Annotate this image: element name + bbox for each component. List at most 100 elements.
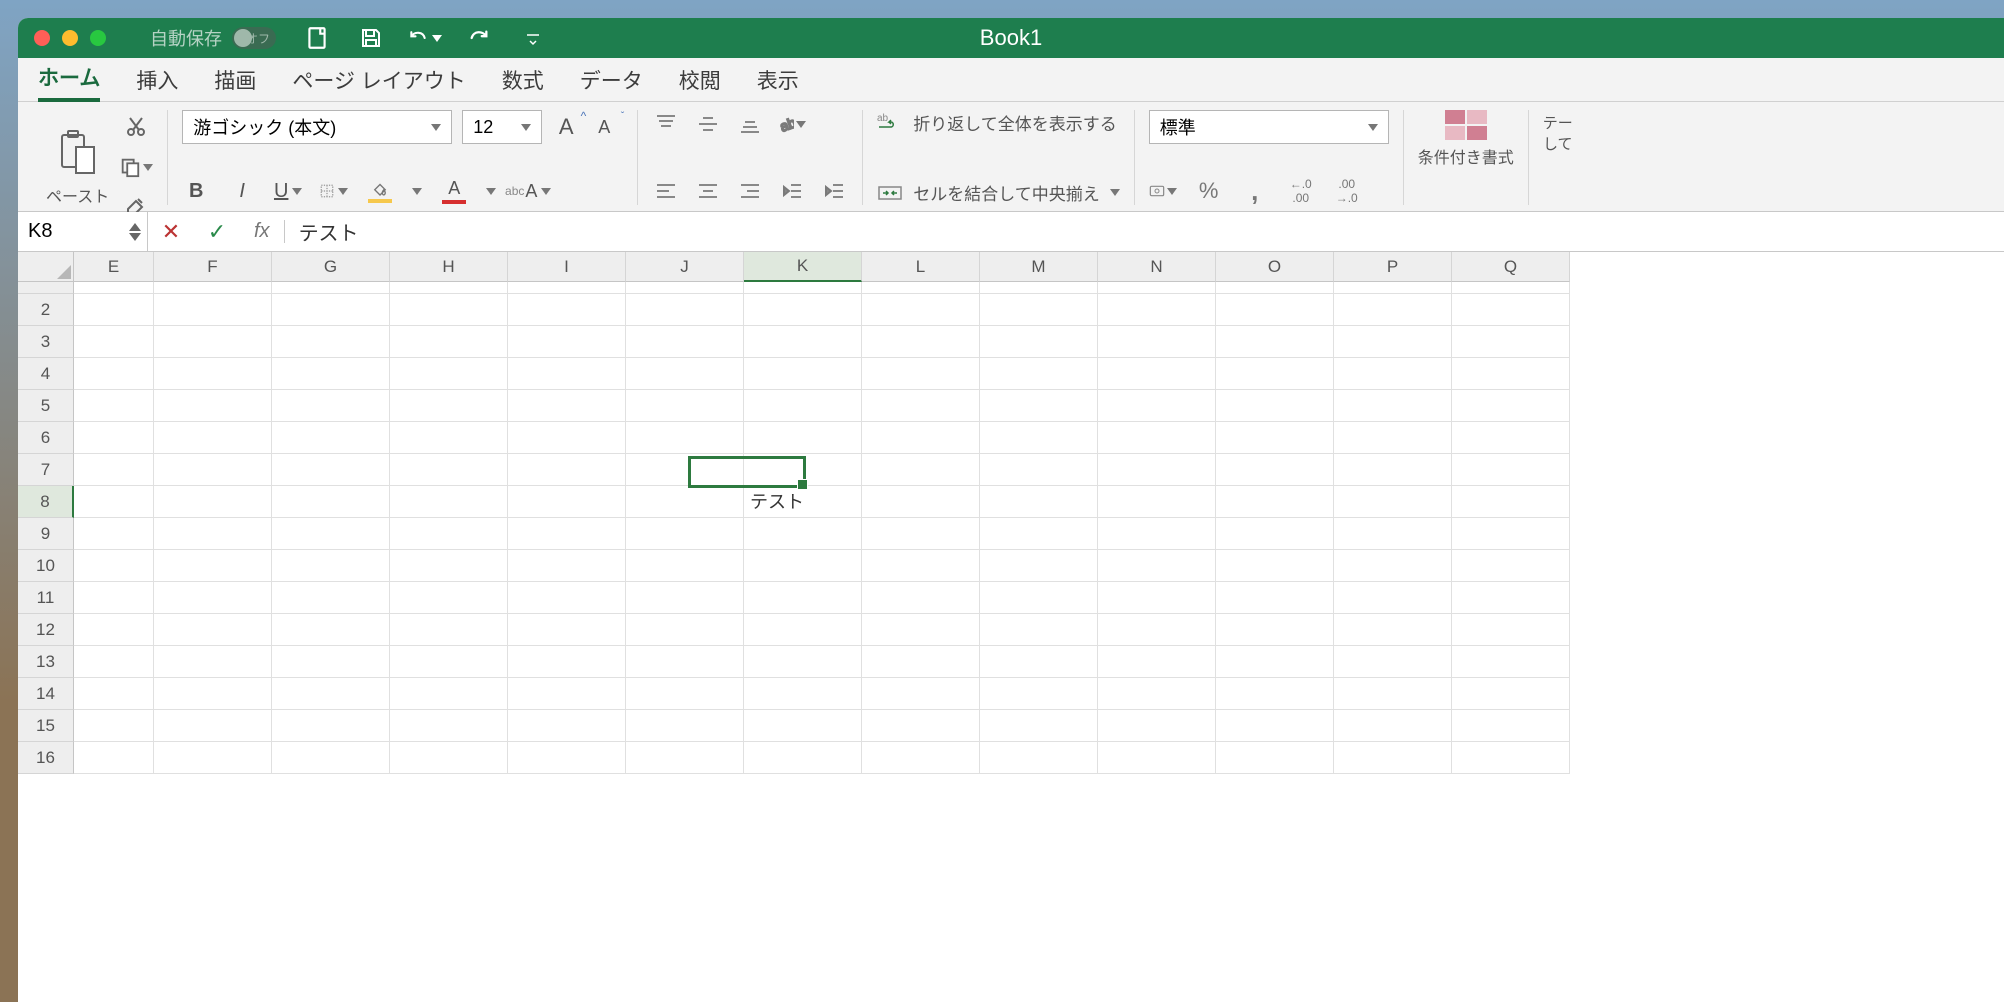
comma-icon[interactable]: , (1241, 177, 1269, 205)
cell[interactable] (1334, 742, 1452, 774)
cell[interactable] (1098, 486, 1216, 518)
cell[interactable] (1452, 678, 1570, 710)
col-header-N[interactable]: N (1098, 252, 1216, 282)
cell[interactable] (862, 518, 980, 550)
cell[interactable] (272, 550, 390, 582)
cell[interactable] (862, 294, 980, 326)
cell[interactable] (1216, 326, 1334, 358)
cell[interactable] (272, 646, 390, 678)
cell[interactable] (272, 582, 390, 614)
cell[interactable] (154, 486, 272, 518)
col-header-G[interactable]: G (272, 252, 390, 282)
cell[interactable] (744, 282, 862, 294)
cell[interactable] (508, 582, 626, 614)
cell[interactable] (626, 614, 744, 646)
cell[interactable] (980, 282, 1098, 294)
cell[interactable] (508, 646, 626, 678)
font-color-dropdown[interactable] (486, 188, 496, 195)
cell[interactable] (1452, 710, 1570, 742)
cell[interactable] (1216, 742, 1334, 774)
cell[interactable] (74, 646, 154, 678)
cell[interactable] (508, 742, 626, 774)
cell[interactable] (154, 422, 272, 454)
format-as-table-button[interactable]: テーして (1543, 110, 1573, 154)
cell[interactable] (272, 326, 390, 358)
cell[interactable] (74, 454, 154, 486)
cell[interactable] (390, 518, 508, 550)
cell[interactable] (508, 486, 626, 518)
row-header-13[interactable]: 13 (18, 646, 74, 678)
cell[interactable] (1098, 518, 1216, 550)
cell[interactable] (74, 614, 154, 646)
cell[interactable] (390, 614, 508, 646)
cut-icon[interactable] (119, 110, 153, 144)
cell[interactable] (272, 710, 390, 742)
cell[interactable] (1452, 582, 1570, 614)
cell[interactable] (1216, 678, 1334, 710)
cell[interactable] (744, 422, 862, 454)
cell[interactable] (74, 518, 154, 550)
cell[interactable] (980, 358, 1098, 390)
row-header-12[interactable]: 12 (18, 614, 74, 646)
tab-review[interactable]: 校閲 (679, 61, 721, 99)
increase-decimal-icon[interactable]: ←.0.00 (1287, 177, 1315, 205)
paste-button[interactable]: ペースト (46, 127, 109, 207)
cell[interactable] (980, 646, 1098, 678)
cell[interactable] (74, 678, 154, 710)
cell[interactable] (1216, 282, 1334, 294)
cell[interactable] (626, 358, 744, 390)
cell[interactable] (1334, 710, 1452, 742)
cell[interactable] (1452, 326, 1570, 358)
row-header-8[interactable]: 8 (18, 486, 74, 518)
cell[interactable] (1452, 454, 1570, 486)
cell[interactable] (272, 454, 390, 486)
tab-draw[interactable]: 描画 (214, 61, 256, 99)
tab-home[interactable]: ホーム (38, 58, 100, 102)
cell[interactable] (390, 550, 508, 582)
tab-formulas[interactable]: 数式 (502, 61, 544, 99)
cell[interactable] (390, 678, 508, 710)
cell[interactable] (154, 518, 272, 550)
cell[interactable] (390, 646, 508, 678)
cell[interactable] (1098, 678, 1216, 710)
cell[interactable] (508, 614, 626, 646)
cell[interactable] (508, 454, 626, 486)
cell[interactable] (390, 326, 508, 358)
cell[interactable] (744, 358, 862, 390)
number-format-select[interactable]: 標準 (1149, 110, 1389, 144)
orientation-icon[interactable]: ab (778, 110, 806, 138)
cell[interactable] (74, 550, 154, 582)
row-header-6[interactable]: 6 (18, 422, 74, 454)
cell[interactable] (390, 358, 508, 390)
cell[interactable] (744, 582, 862, 614)
cell[interactable] (626, 486, 744, 518)
cell[interactable] (508, 710, 626, 742)
cell[interactable] (1334, 454, 1452, 486)
cell[interactable] (154, 742, 272, 774)
cell[interactable] (508, 678, 626, 710)
cell[interactable] (1216, 454, 1334, 486)
font-color-button[interactable]: A (440, 177, 468, 205)
cell[interactable] (508, 358, 626, 390)
cancel-edit-button[interactable]: ✕ (148, 219, 194, 245)
save-icon[interactable] (354, 21, 388, 55)
cell[interactable] (1334, 326, 1452, 358)
cell[interactable] (508, 282, 626, 294)
cell[interactable] (862, 550, 980, 582)
col-header-I[interactable]: I (508, 252, 626, 282)
cell[interactable] (390, 294, 508, 326)
formula-input[interactable]: テスト (285, 217, 2004, 246)
cells-area[interactable]: テスト (74, 282, 2004, 1002)
cell[interactable] (154, 582, 272, 614)
cell[interactable] (744, 326, 862, 358)
align-middle-icon[interactable] (694, 110, 722, 138)
cell[interactable] (1452, 742, 1570, 774)
cell[interactable] (74, 390, 154, 422)
cell[interactable] (744, 614, 862, 646)
spreadsheet-grid[interactable]: E F G H I J K L M N O P Q 2 3 4 5 6 7 8 … (18, 252, 2004, 1002)
cell[interactable] (980, 550, 1098, 582)
cell[interactable] (390, 710, 508, 742)
underline-button[interactable]: U (274, 177, 302, 205)
cell[interactable] (862, 582, 980, 614)
cell[interactable]: テスト (744, 486, 862, 518)
